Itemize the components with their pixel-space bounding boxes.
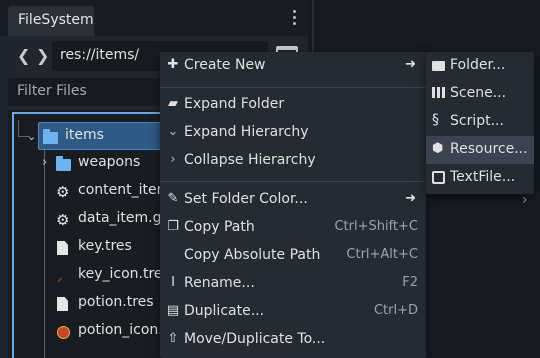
duplicate-icon: ▤ [166,303,180,318]
gear-icon: ⚙ [56,183,70,201]
submenu-arrow-icon: ➜ [405,57,416,72]
filter-placeholder: Filter Files [17,83,87,99]
submenu-item-textfile[interactable]: TextFile... [426,164,534,192]
file-icon [57,241,68,255]
shortcut-label: F2 [402,275,418,290]
menu-item-label: Duplicate... [184,303,265,319]
tree-label: items [65,127,104,143]
plus-icon: ✚ [167,57,179,72]
shortcut-label: Ctrl+D [373,303,418,318]
submenu-arrow-icon: ➜ [405,191,416,206]
menu-item-collapse-hierarchy[interactable]: › Collapse Hierarchy [160,147,426,175]
chevron-right-icon[interactable]: › [522,192,528,208]
tree-label: potion.tres [78,294,154,310]
menu-item-duplicate[interactable]: ▤ Duplicate... Ctrl+D [160,298,426,326]
menu-item-label: Rename... [184,275,255,291]
menu-item-label: Copy Path [184,219,255,235]
chevron-right-icon[interactable]: › [42,155,56,170]
folder-icon [43,129,58,144]
menu-item-label: Expand Folder [184,96,285,112]
submenu-item-script[interactable]: § Script... [426,108,534,136]
menu-item-label: Create New [184,57,266,73]
submenu-item-folder[interactable]: Folder... [426,52,534,80]
tree-label: key.tres [78,238,132,254]
submenu-item-label: Scene... [450,85,507,101]
rename-icon: I [171,275,175,290]
gear-icon: ⚙ [56,211,70,229]
menu-item-copy-absolute-path[interactable]: Copy Absolute Path Ctrl+Alt+C [160,242,426,270]
chevron-right-icon: › [170,152,176,167]
tree-row-items[interactable]: ⌄ items [27,122,170,150]
textfile-icon [432,171,445,184]
tab-filesystem-label: FileSystem [18,12,94,28]
script-icon: § [432,112,439,128]
menu-item-label: Set Folder Color... [184,191,308,207]
submenu-item-label: Resource... [450,141,528,157]
key-icon: ⸝ [57,270,64,284]
cube-icon: ⬢ [432,141,444,156]
submenu-item-label: TextFile... [450,169,516,185]
menu-item-rename[interactable]: I Rename... F2 [160,270,426,298]
chevron-down-icon: ⌄ [167,124,179,139]
submenu-item-scene[interactable]: Scene... [426,80,534,108]
forward-arrow-icon[interactable]: ❯ [36,46,49,65]
folder-icon [56,156,71,171]
file-icon [57,297,68,311]
brush-icon: ✎ [167,191,179,206]
back-arrow-icon[interactable]: ❮ [17,46,30,65]
tree-label: weapons [78,154,141,170]
menu-item-expand-folder[interactable]: ▰ Expand Folder [160,91,426,119]
submenu-item-label: Folder... [450,57,506,73]
potion-icon [57,326,70,339]
submenu-item-resource[interactable]: ⬢ Resource... [426,136,534,164]
move-icon: ⇧ [167,331,179,346]
menu-separator [160,181,426,182]
tab-filesystem[interactable]: FileSystem [8,6,94,36]
menu-item-expand-hierarchy[interactable]: ⌄ Expand Hierarchy [160,119,426,147]
menu-item-label: Expand Hierarchy [184,124,309,140]
copy-icon: ❐ [167,219,179,234]
folder-open-icon: ▰ [168,96,178,111]
shortcut-label: Ctrl+Shift+C [334,219,418,234]
chevron-down-icon[interactable]: ⌄ [27,130,41,144]
shortcut-label: Ctrl+Alt+C [346,247,418,262]
dock-menu-icon[interactable] [290,10,300,28]
menu-item-label: Copy Absolute Path [184,247,321,263]
menu-item-move-duplicate-to[interactable]: ⇧ Move/Duplicate To... [160,326,426,354]
menu-item-create-new[interactable]: ✚ Create New ➜ [160,52,426,80]
menu-item-copy-path[interactable]: ❐ Copy Path Ctrl+Shift+C [160,214,426,242]
tree-label: content_item [78,182,171,198]
tree-focus-border [12,112,14,358]
menu-item-label: Collapse Hierarchy [184,152,316,168]
create-new-submenu: Folder... Scene... § Script... ⬢ Resourc… [426,52,534,194]
folder-icon [432,61,445,71]
submenu-item-label: Script... [450,113,504,129]
tree-label: data_item.gd [78,210,171,226]
context-menu: ✚ Create New ➜ ▰ Expand Folder ⌄ Expand … [160,52,426,358]
clapperboard-icon [432,87,445,98]
menu-item-set-folder-color[interactable]: ✎ Set Folder Color... ➜ [160,186,426,214]
menu-separator [160,87,426,88]
menu-item-label: Move/Duplicate To... [184,331,326,347]
path-value: res://items/ [60,47,140,63]
tree-label: key_icon.tres [78,266,170,282]
tree-guide [18,136,30,137]
tree-guide [18,120,19,136]
tree-focus-border [12,112,160,114]
tree-label: potion_icon.t [78,322,169,338]
